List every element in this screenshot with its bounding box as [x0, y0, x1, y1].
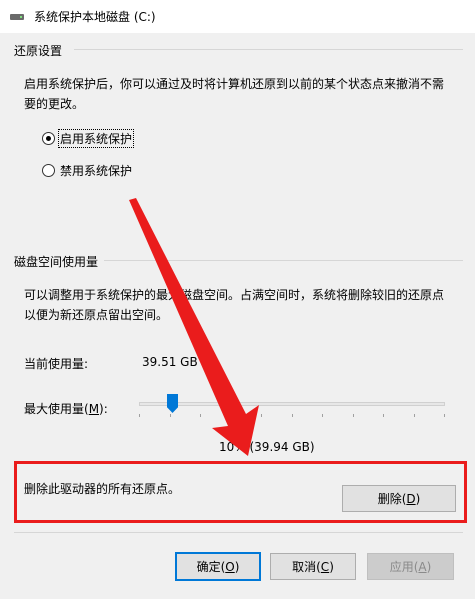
drive-icon	[10, 11, 26, 23]
apply-button[interactable]: 应用(A)	[367, 553, 454, 580]
radio-button-checked[interactable]	[42, 132, 55, 145]
radio-button-unchecked[interactable]	[42, 164, 55, 177]
slider-tick	[322, 414, 323, 417]
ok-button[interactable]: 确定(O)	[175, 552, 261, 581]
radio-disable-protection[interactable]: 禁用系统保护	[42, 162, 133, 179]
max-usage-slider[interactable]	[139, 394, 445, 417]
restore-settings-label: 还原设置	[14, 44, 63, 58]
cancel-button[interactable]: 取消(C)	[270, 553, 356, 580]
slider-tick	[200, 414, 201, 417]
restore-settings-divider	[74, 49, 463, 50]
disk-description: 可以调整用于系统保护的最大磁盘空间。占满空间时，系统将删除较旧的还原点以便为新还…	[24, 288, 445, 322]
slider-tick	[139, 414, 140, 417]
slider-thumb[interactable]	[167, 394, 178, 413]
current-usage-label: 当前使用量:	[24, 357, 89, 371]
slider-tick	[261, 414, 262, 417]
max-usage-percent: 10% (39.94 GB)	[219, 440, 315, 454]
disk-usage-divider	[104, 260, 463, 261]
slider-tick	[170, 414, 171, 417]
delete-restore-points-text: 删除此驱动器的所有还原点。	[24, 482, 181, 496]
window-title: 系统保护本地磁盘 (C:)	[34, 10, 156, 24]
title-bar[interactable]: 系统保护本地磁盘 (C:)	[0, 0, 475, 33]
footer-divider	[14, 532, 463, 533]
delete-button[interactable]: 删除(D)	[342, 485, 456, 512]
disk-usage-label: 磁盘空间使用量	[14, 255, 99, 269]
max-usage-label: 最大使用量(M):	[24, 402, 108, 416]
slider-tick	[383, 414, 384, 417]
slider-tick	[231, 414, 232, 417]
slider-tick	[292, 414, 293, 417]
restore-description: 启用系统保护后，你可以通过及时将计算机还原到以前的某个状态点来撤消不需要的更改。	[24, 77, 445, 111]
slider-tick	[353, 414, 354, 417]
system-protection-dialog: 系统保护本地磁盘 (C:) 还原设置 启用系统保护后，你可以通过及时将计算机还原…	[0, 0, 475, 599]
slider-tick	[444, 414, 445, 417]
radio-enable-label: 启用系统保护	[57, 129, 135, 148]
slider-tick	[414, 414, 415, 417]
slider-track[interactable]	[139, 402, 445, 406]
radio-enable-protection[interactable]: 启用系统保护	[42, 129, 135, 148]
radio-disable-label: 禁用系统保护	[60, 164, 133, 178]
current-usage-value: 39.51 GB	[142, 355, 198, 369]
